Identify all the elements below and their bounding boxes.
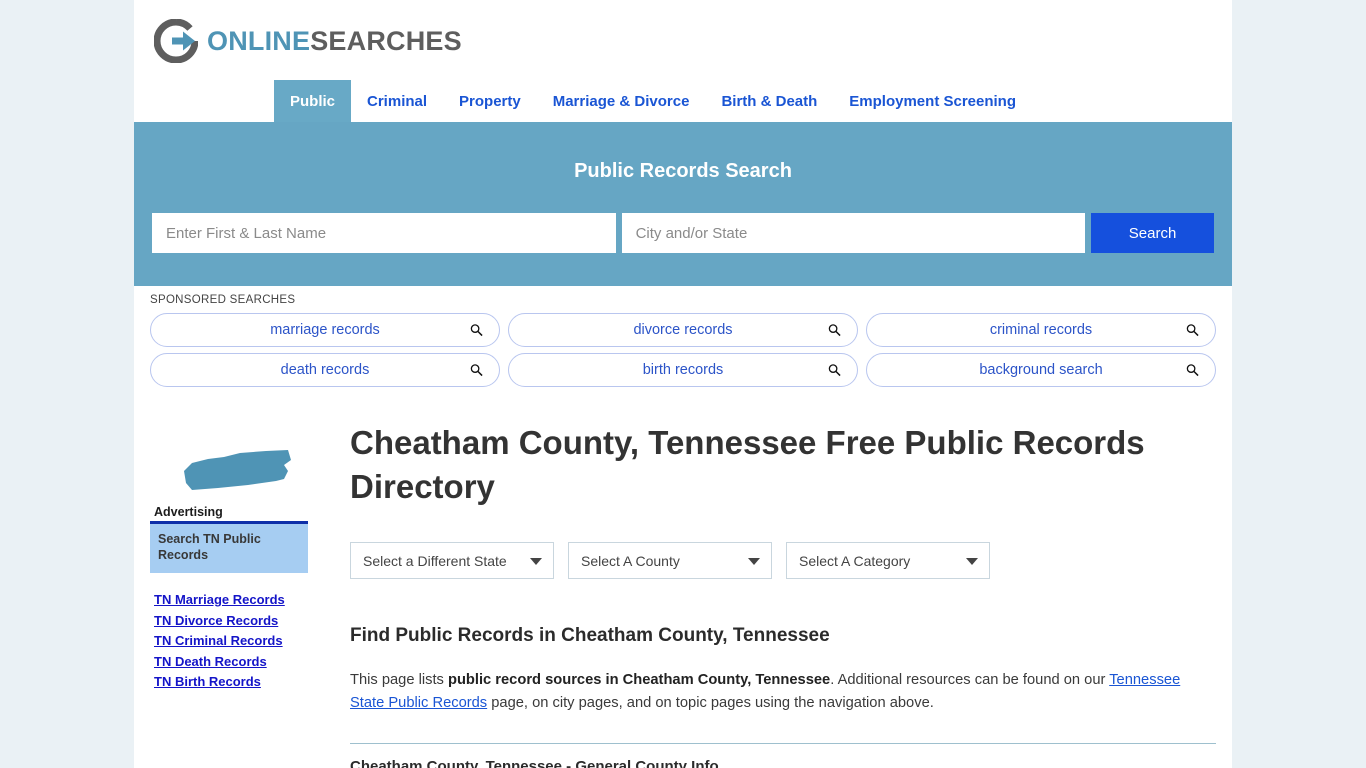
sponsored-searches-label: SPONSORED SEARCHES — [150, 294, 296, 306]
ad-box-text: Search TN Public Records — [158, 532, 261, 562]
intro-paragraph: This page lists public record sources in… — [350, 669, 1190, 715]
sidebar-link-tn-birth-records[interactable]: TN Birth Records — [154, 672, 322, 693]
nav-item-public[interactable]: Public — [274, 80, 352, 122]
nav-item-criminal[interactable]: Criminal — [351, 80, 443, 122]
sponsored-pill-label: divorce records — [633, 322, 733, 338]
tennessee-state-map-icon — [178, 435, 298, 505]
logo-word-searches: SEARCHES — [310, 25, 462, 56]
select-county-label: Select A County — [581, 552, 680, 569]
search-icon — [1186, 324, 1199, 337]
search-icon — [828, 364, 841, 377]
name-search-input[interactable] — [152, 213, 616, 253]
search-banner-title: Public Records Search — [574, 160, 792, 182]
paragraph-lead: This page lists — [350, 672, 448, 689]
sponsored-pill-label: background search — [979, 362, 1103, 378]
city-state-search-input[interactable] — [621, 213, 1086, 253]
search-form: Search — [152, 213, 1214, 253]
left-sidebar: Advertising Search TN Public Records TN … — [150, 413, 322, 768]
nav-item-property[interactable]: Property — [443, 80, 537, 122]
page-title: Cheatham County, Tennessee Free Public R… — [350, 424, 1145, 505]
section-divider — [350, 742, 1216, 744]
search-icon — [1186, 364, 1199, 377]
sponsored-pill-marriage-records[interactable]: marriage records — [150, 313, 500, 347]
section-heading: Find Public Records in Cheatham County, … — [350, 625, 830, 647]
page-root: ONLINESEARCHES Public Criminal Property … — [0, 0, 1366, 768]
search-icon — [828, 324, 841, 337]
sidebar-link-tn-death-records[interactable]: TN Death Records — [154, 652, 322, 673]
sponsored-pill-divorce-records[interactable]: divorce records — [508, 313, 858, 347]
select-state-label: Select a Different State — [363, 552, 507, 569]
general-county-info-heading: Cheatham County, Tennessee - General Cou… — [350, 757, 719, 768]
circle-arrow-right-icon — [153, 18, 199, 64]
public-records-search-banner: Public Records Search Search — [134, 122, 1232, 286]
select-county-dropdown[interactable]: Select A County — [568, 542, 772, 580]
search-icon — [470, 324, 483, 337]
nav-item-employment-screening[interactable]: Employment Screening — [833, 80, 1032, 122]
chevron-down-icon — [966, 557, 978, 565]
logo-wordmark: ONLINESEARCHES — [207, 25, 462, 56]
sidebar-link-tn-divorce-records[interactable]: TN Divorce Records — [154, 611, 322, 632]
paragraph-tail: page, on city pages, and on topic pages … — [487, 695, 934, 712]
search-icon — [470, 364, 483, 377]
ad-box-search-tn-public-records[interactable]: Search TN Public Records — [150, 521, 308, 573]
sponsored-pill-death-records[interactable]: death records — [150, 353, 500, 387]
main-navigation: Public Criminal Property Marriage & Divo… — [134, 80, 1232, 122]
site-logo[interactable]: ONLINESEARCHES — [153, 18, 1232, 64]
chevron-down-icon — [748, 557, 760, 565]
paragraph-mid: . Additional resources can be found on o… — [830, 672, 1110, 689]
paragraph-bold: public record sources in Cheatham County… — [447, 672, 831, 689]
nav-item-marriage-divorce[interactable]: Marriage & Divorce — [537, 80, 706, 122]
sponsored-pill-label: marriage records — [270, 322, 380, 338]
sponsored-pill-label: death records — [280, 362, 370, 378]
sponsored-pill-birth-records[interactable]: birth records — [508, 353, 858, 387]
sponsored-pill-grid: marriage records divorce records crimina… — [150, 313, 1216, 387]
content-frame: ONLINESEARCHES Public Criminal Property … — [134, 0, 1232, 768]
nav-item-birth-death[interactable]: Birth & Death — [705, 80, 833, 122]
sidebar-link-tn-criminal-records[interactable]: TN Criminal Records — [154, 631, 322, 652]
sidebar-links: TN Marriage Records TN Divorce Records T… — [150, 590, 322, 693]
sponsored-searches-section: SPONSORED SEARCHES marriage records divo… — [134, 286, 1232, 393]
select-category-label: Select A Category — [799, 552, 911, 569]
select-category-dropdown[interactable]: Select A Category — [786, 542, 990, 580]
chevron-down-icon — [530, 557, 542, 565]
site-header: ONLINESEARCHES — [134, 0, 1232, 80]
filter-selects: Select a Different State Select A County… — [350, 542, 1216, 580]
page-body: Advertising Search TN Public Records TN … — [134, 393, 1232, 768]
main-column: Cheatham County, Tennessee Free Public R… — [322, 413, 1216, 768]
sponsored-pill-criminal-records[interactable]: criminal records — [866, 313, 1216, 347]
logo-word-online: ONLINE — [207, 25, 311, 56]
select-state-dropdown[interactable]: Select a Different State — [350, 542, 554, 580]
sponsored-pill-background-search[interactable]: background search — [866, 353, 1216, 387]
sponsored-pill-label: criminal records — [989, 322, 1093, 338]
sponsored-pill-label: birth records — [642, 362, 724, 378]
advertising-label: Advertising — [154, 505, 223, 519]
search-button[interactable]: Search — [1091, 213, 1214, 253]
sidebar-link-tn-marriage-records[interactable]: TN Marriage Records — [154, 590, 322, 611]
